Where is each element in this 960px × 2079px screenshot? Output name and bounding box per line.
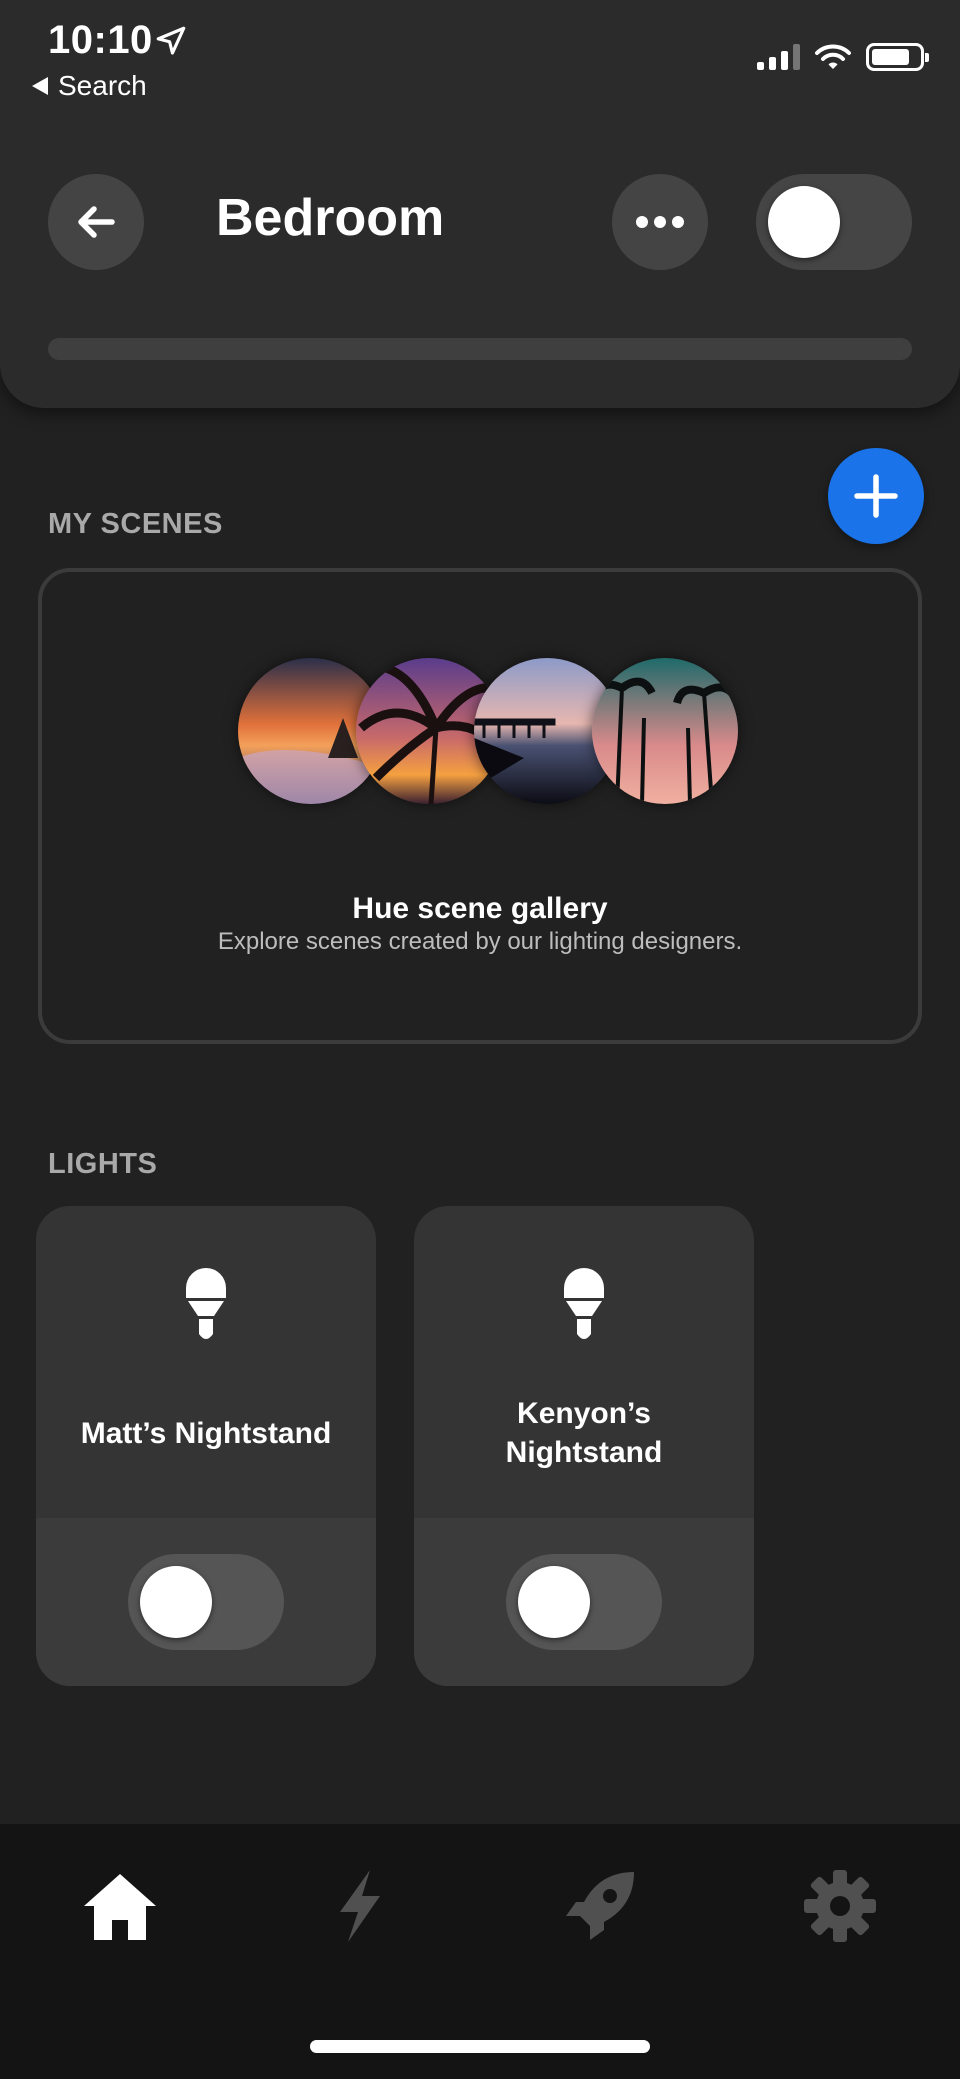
- bulb-icon: [186, 1268, 226, 1339]
- bulb-icon: [564, 1268, 604, 1339]
- add-scene-button[interactable]: [828, 448, 924, 544]
- tab-routines[interactable]: [320, 1866, 400, 1946]
- back-to-app[interactable]: Search: [32, 70, 147, 102]
- back-button[interactable]: [48, 174, 144, 270]
- rocket-icon: [566, 1872, 634, 1940]
- location-arrow-icon: [156, 26, 186, 55]
- gallery-title: Hue scene gallery: [352, 892, 608, 925]
- light-card-kenyons-nightstand[interactable]: Kenyon’s Nightstand: [414, 1206, 754, 1686]
- tab-home[interactable]: [80, 1866, 160, 1946]
- battery-icon: [866, 43, 929, 71]
- toggle-knob: [140, 1566, 212, 1638]
- more-options-button[interactable]: [612, 174, 708, 270]
- home-indicator: [310, 2040, 650, 2053]
- room-power-toggle[interactable]: [756, 174, 912, 270]
- status-indicators: [757, 42, 929, 72]
- back-app-label: Search: [58, 70, 147, 101]
- light-name: Kenyon’s Nightstand: [505, 1397, 663, 1469]
- toggle-knob: [768, 186, 840, 258]
- gear-icon: [804, 1870, 876, 1942]
- toggle-knob: [518, 1566, 590, 1638]
- ellipsis-icon: [636, 216, 684, 228]
- light-power-toggle[interactable]: [506, 1554, 662, 1650]
- my-scenes-heading: MY SCENES: [48, 508, 223, 540]
- lightning-icon: [340, 1870, 380, 1942]
- room-header: 10:10 Search Bedroom: [0, 0, 960, 408]
- scene-thumbnails: [238, 658, 738, 804]
- scene-gallery-card[interactable]: Hue scene gallery Explore scenes created…: [38, 568, 922, 1044]
- status-time: 10:10: [48, 18, 153, 62]
- arrow-left-icon: [78, 206, 115, 238]
- gallery-subtitle: Explore scenes created by our lighting d…: [217, 928, 743, 955]
- home-icon: [84, 1874, 156, 1940]
- scene-thumbnail-palm-avenue: [592, 658, 738, 804]
- brightness-slider[interactable]: [48, 338, 912, 360]
- tab-settings[interactable]: [800, 1866, 880, 1946]
- back-triangle-icon: [32, 77, 48, 95]
- bottom-tab-bar: [0, 1824, 960, 2079]
- lights-heading: LIGHTS: [48, 1148, 158, 1180]
- light-name: Matt’s Nightstand: [80, 1417, 332, 1450]
- room-title: Bedroom: [216, 189, 445, 247]
- wifi-icon: [815, 44, 851, 69]
- light-card-matts-nightstand[interactable]: Matt’s Nightstand: [36, 1206, 376, 1686]
- plus-icon: [854, 474, 898, 518]
- cellular-signal-icon: [757, 44, 800, 70]
- tab-explore[interactable]: [560, 1866, 640, 1946]
- light-power-toggle[interactable]: [128, 1554, 284, 1650]
